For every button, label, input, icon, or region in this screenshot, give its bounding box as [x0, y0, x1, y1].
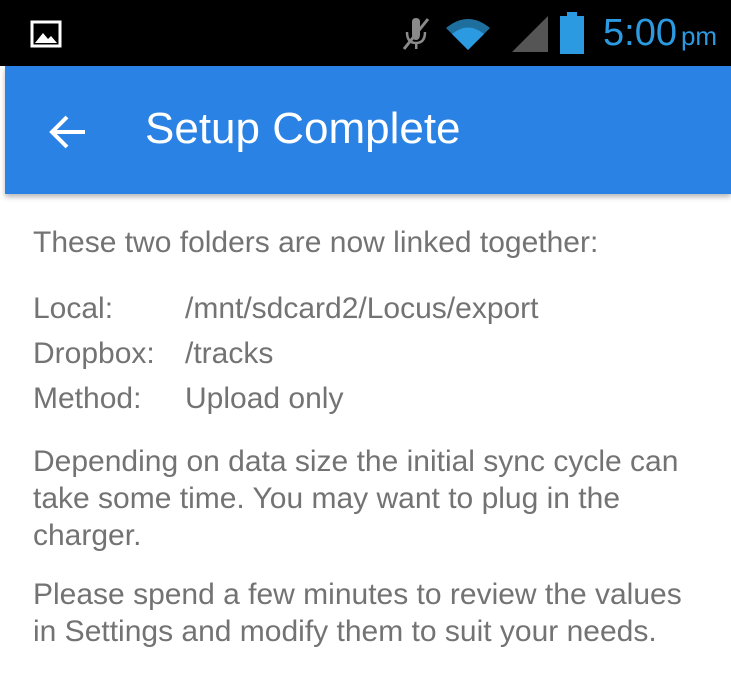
content-area: These two folders are now linked togethe… [33, 224, 713, 650]
folder-details: Local: /mnt/sdcard2/Locus/export Dropbox… [33, 286, 539, 421]
status-bar: 5:00 pm [0, 0, 731, 66]
detail-row-method: Method: Upload only [33, 376, 539, 421]
time-text: 5:00 [603, 12, 677, 54]
detail-row-local: Local: /mnt/sdcard2/Locus/export [33, 286, 539, 331]
mute-icon [402, 18, 430, 50]
wifi-icon [446, 19, 490, 50]
app-bar: Setup Complete [5, 66, 731, 194]
detail-row-dropbox: Dropbox: /tracks [33, 331, 539, 376]
detail-label: Method: [33, 382, 142, 415]
detail-value: /mnt/sdcard2/Locus/export [185, 292, 539, 325]
detail-label: Dropbox: [33, 337, 155, 370]
arrow-back-icon[interactable] [47, 111, 89, 153]
intro-text: These two folders are now linked togethe… [33, 226, 599, 259]
page-title: Setup Complete [145, 104, 461, 153]
detail-value: /tracks [185, 337, 274, 370]
sync-note: Depending on data size the initial sync … [33, 445, 679, 552]
image-notification-icon [30, 20, 62, 48]
signal-icon [512, 16, 548, 52]
time-ampm: pm [680, 21, 718, 51]
detail-label: Local: [33, 292, 114, 325]
review-note: Please spend a few minutes to review the… [33, 578, 682, 648]
battery-icon [560, 12, 584, 54]
status-time: 5:00 pm [603, 12, 717, 55]
detail-value: Upload only [185, 382, 344, 415]
